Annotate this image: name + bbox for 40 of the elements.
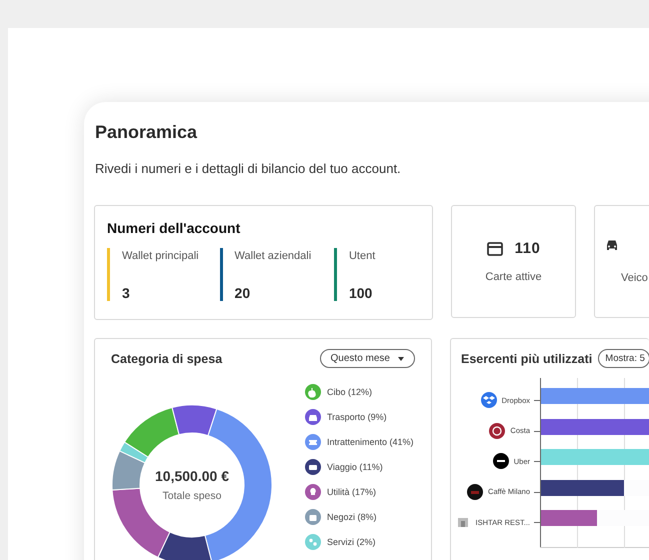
legend-label: Negozi (8%): [327, 512, 377, 522]
stat-label: Wallet principali: [122, 250, 200, 262]
card-title: Numeri dell'account: [107, 220, 242, 236]
stat-label: Utent: [348, 250, 376, 262]
show-count-dropdown[interactable]: Mostra: 5: [598, 349, 649, 368]
legend-label: Intrattenimento (41%): [327, 437, 414, 447]
bulb-icon: [305, 484, 321, 500]
round-logo-icon: [467, 484, 484, 500]
tile-label: Carte attive: [485, 271, 542, 283]
travel-icon: [305, 459, 321, 475]
stat-value: 20: [234, 285, 252, 301]
page-title: Panoramica: [95, 122, 198, 143]
stat-value: 100: [348, 285, 374, 301]
transport-icon: [305, 409, 321, 425]
legend-label: Utilità (17%): [327, 487, 376, 497]
card-title: Esercenti più utilizzati: [461, 352, 592, 366]
legend-label: Viaggio (11%): [327, 462, 383, 472]
ticket-icon: [305, 434, 321, 450]
car-icon: [605, 239, 619, 252]
period-dropdown[interactable]: Questo mese: [320, 349, 415, 368]
stat-label: Wallet aziendali: [234, 250, 312, 262]
building-icon: [458, 518, 468, 527]
food-icon: [305, 384, 321, 400]
round-badge-logo-icon: [489, 422, 506, 438]
legend-label: Cibo (12%): [327, 387, 372, 397]
bag-icon: [305, 509, 321, 525]
page-subtitle: Rivedi i numeri e i dettagli di bilancio del tuo account.: [95, 161, 402, 176]
tile-label: Veico: [621, 272, 648, 284]
total-amount: 10,500.00 €: [155, 468, 229, 484]
box-logo-icon: [480, 392, 497, 408]
credit-card-icon: [486, 242, 503, 256]
gear-icon: [305, 534, 321, 550]
stat-value: 3: [122, 285, 131, 301]
card-title: Categoria di spesa: [111, 352, 222, 366]
legend-label: Servizi (2%): [327, 537, 376, 547]
round-logo-icon: [492, 453, 509, 469]
legend-label: Trasporto (9%): [327, 412, 387, 422]
card-count: 110: [514, 240, 540, 257]
total-label: Totale speso: [162, 490, 222, 502]
caret-icon: [398, 356, 404, 360]
